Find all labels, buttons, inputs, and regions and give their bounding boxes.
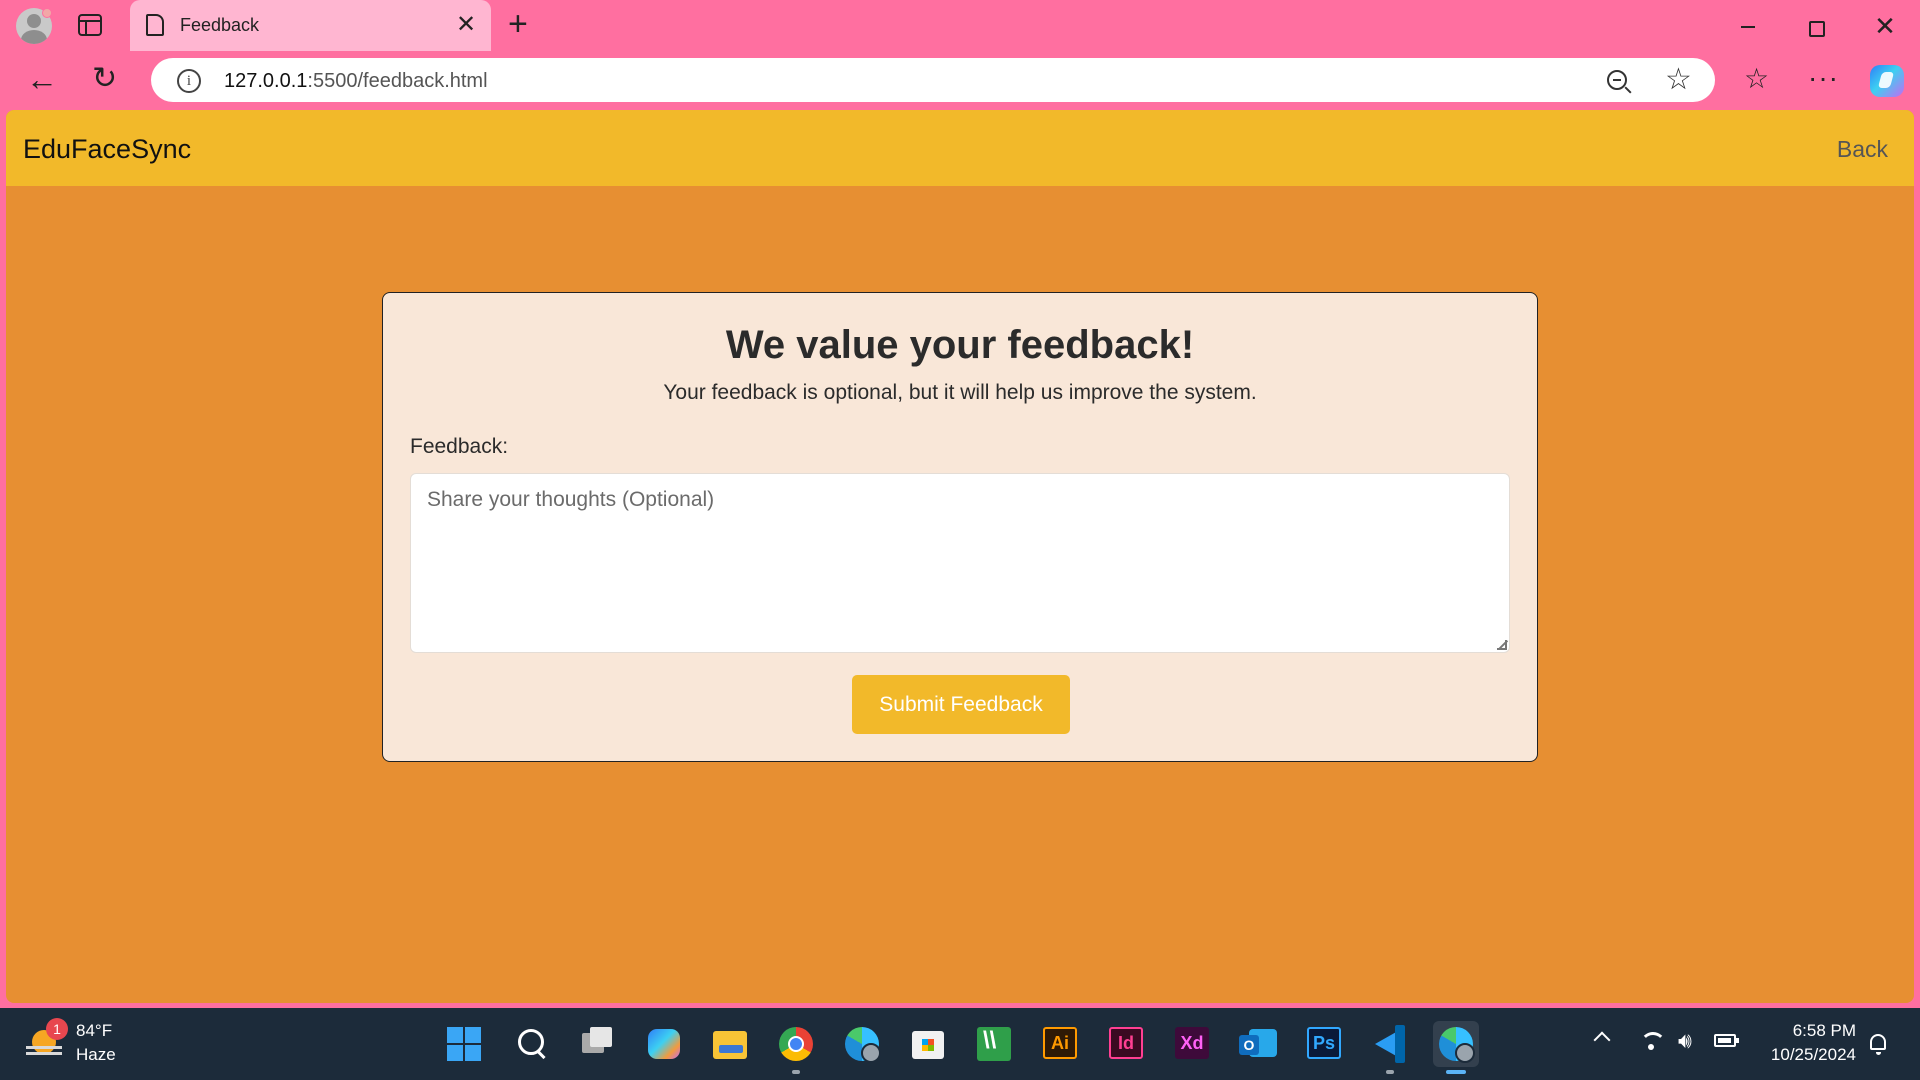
weather-condition[interactable]: Haze: [76, 1045, 116, 1065]
profile-status-dot: [42, 8, 52, 18]
taskbar: 1 84°F Haze Ai Id Xd Ps 🔊︎ 6:58 PM 10/25…: [0, 1008, 1920, 1080]
page-icon: [146, 14, 164, 36]
microsoft-store-icon[interactable]: [905, 1021, 951, 1067]
show-hidden-icons-chevron-icon[interactable]: [1593, 1031, 1611, 1049]
clock-date[interactable]: 10/25/2024: [1756, 1045, 1856, 1065]
file-explorer-icon[interactable]: [707, 1021, 753, 1067]
textarea-resize-handle[interactable]: [1497, 640, 1507, 650]
copilot-taskbar-icon[interactable]: [641, 1021, 687, 1067]
restore-button[interactable]: [1792, 8, 1838, 44]
chrome-running-indicator: [792, 1070, 800, 1074]
vscode-icon[interactable]: [1367, 1021, 1413, 1067]
new-tab-icon[interactable]: +: [508, 6, 528, 42]
vscode-running-indicator: [1386, 1070, 1394, 1074]
feedback-label: Feedback:: [410, 435, 509, 458]
more-options-icon[interactable]: ···: [1808, 61, 1839, 95]
site-brand[interactable]: EduFaceSync: [23, 134, 191, 165]
task-view-icon[interactable]: [574, 1021, 620, 1067]
xd-icon[interactable]: Xd: [1169, 1021, 1215, 1067]
tab-title: Feedback: [180, 15, 260, 35]
notification-bell-icon[interactable]: [1870, 1034, 1886, 1055]
back-link[interactable]: Back: [1837, 136, 1888, 163]
search-icon[interactable]: [508, 1021, 554, 1067]
sketch-app-icon[interactable]: [971, 1021, 1017, 1067]
page-viewport: EduFaceSync Back We value your feedback!…: [6, 110, 1914, 1003]
browser-toolbar: ← ↻ i 127.0.0.1:5500/feedback.html ☆ ☆ ·…: [0, 51, 1920, 110]
browser-tab-feedback[interactable]: Feedback ✕: [130, 0, 491, 51]
address-bar[interactable]: i 127.0.0.1:5500/feedback.html ☆: [151, 58, 1715, 102]
battery-icon[interactable]: [1714, 1034, 1739, 1047]
feedback-card: We value your feedback! Your feedback is…: [382, 292, 1538, 762]
weather-temperature[interactable]: 84°F: [76, 1021, 112, 1041]
submit-feedback-button[interactable]: Submit Feedback: [852, 675, 1070, 734]
clock-time[interactable]: 6:58 PM: [1756, 1021, 1856, 1041]
site-info-icon[interactable]: i: [177, 69, 201, 93]
windows-start-icon[interactable]: [441, 1021, 487, 1067]
photoshop-icon[interactable]: Ps: [1301, 1021, 1347, 1067]
illustrator-icon[interactable]: Ai: [1037, 1021, 1083, 1067]
indesign-icon[interactable]: Id: [1103, 1021, 1149, 1067]
outlook-icon[interactable]: [1235, 1021, 1281, 1067]
browser-titlebar: Feedback ✕ + ✕: [0, 0, 1920, 51]
favorites-icon[interactable]: ☆: [1744, 62, 1769, 96]
zoom-out-icon[interactable]: [1607, 70, 1627, 90]
chrome-icon[interactable]: [773, 1021, 819, 1067]
edge-active-indicator: [1446, 1070, 1466, 1074]
feedback-textarea[interactable]: [410, 473, 1510, 653]
edge-icon[interactable]: [1433, 1021, 1479, 1067]
reload-icon[interactable]: ↻: [92, 61, 117, 97]
url-text[interactable]: 127.0.0.1:5500/feedback.html: [224, 70, 488, 93]
back-arrow-icon[interactable]: ←: [26, 61, 58, 97]
site-navbar: EduFaceSync Back: [6, 110, 1914, 186]
minimize-button[interactable]: [1725, 8, 1771, 44]
weather-badge: 1: [46, 1018, 68, 1040]
close-window-button[interactable]: ✕: [1862, 8, 1908, 44]
tab-close-icon[interactable]: ✕: [456, 11, 476, 39]
wifi-icon[interactable]: [1640, 1030, 1666, 1054]
volume-icon[interactable]: 🔊︎: [1678, 1028, 1692, 1054]
favorite-star-icon[interactable]: ☆: [1665, 63, 1692, 97]
page-title: We value your feedback!: [725, 323, 1195, 367]
tab-actions-icon[interactable]: [78, 14, 102, 36]
copilot-icon[interactable]: [1870, 65, 1904, 97]
page-subtitle: Your feedback is optional, but it will h…: [663, 381, 1257, 404]
edge-profile-icon[interactable]: [839, 1021, 885, 1067]
